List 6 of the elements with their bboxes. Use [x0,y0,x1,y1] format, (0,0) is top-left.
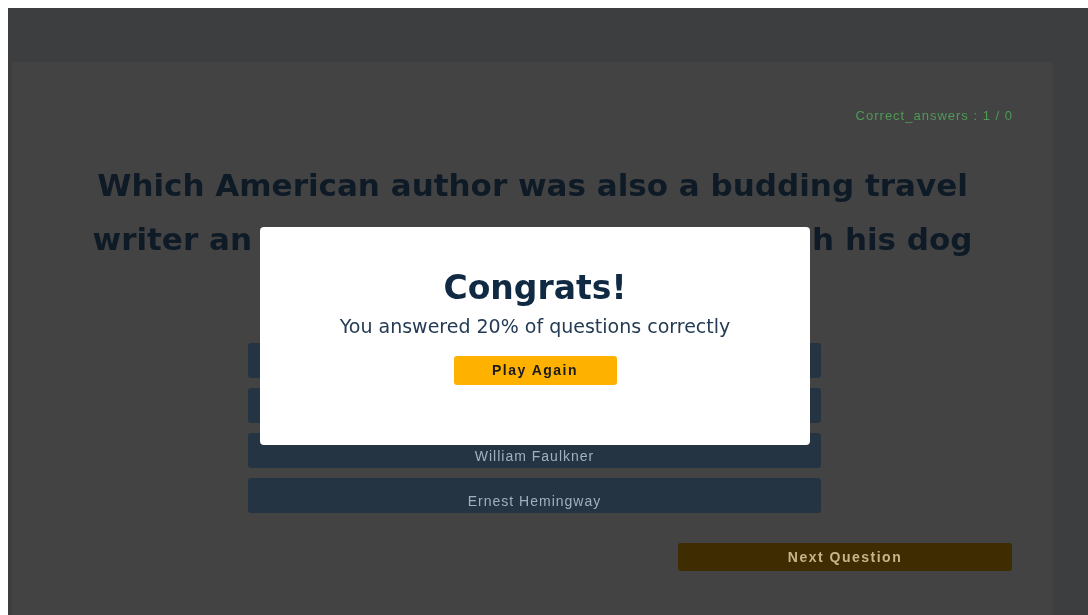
next-question-button[interactable]: Next Question [678,543,1012,571]
score-counter: Correct_answers : 1 / 0 [855,107,1013,125]
play-again-button[interactable]: Play Again [453,356,617,385]
answer-button[interactable]: Ernest Hemingway [248,478,821,513]
dialog-message: You answered 20% of questions correctly [339,314,731,339]
dialog-title: Congrats! [443,267,627,309]
